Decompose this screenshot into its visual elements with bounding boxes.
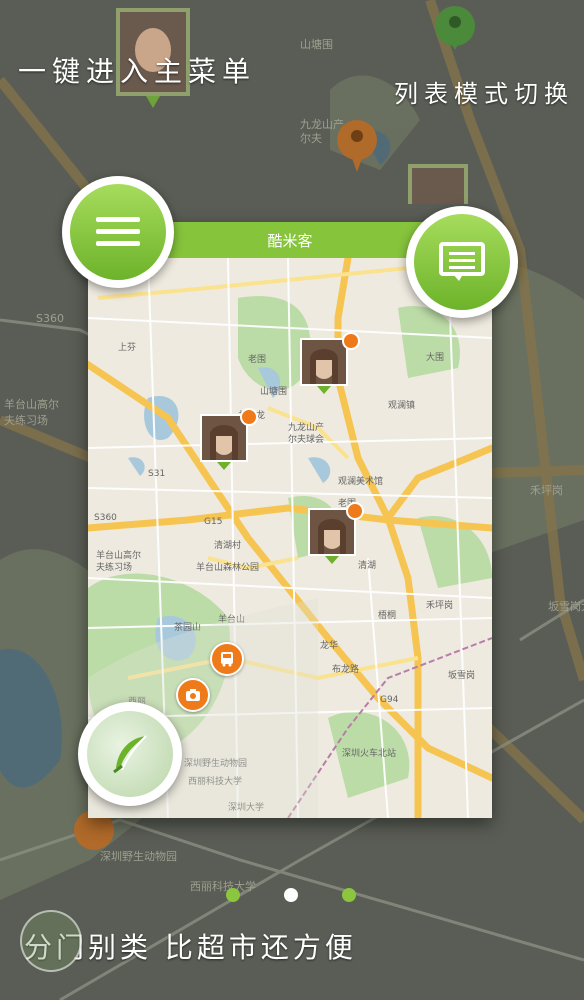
svg-text:清湖村: 清湖村 — [214, 539, 241, 551]
svg-text:尔夫: 尔夫 — [300, 132, 322, 145]
category-button[interactable] — [78, 702, 182, 806]
svg-text:坂雪岗: 坂雪岗 — [448, 670, 475, 681]
svg-text:梧桐: 梧桐 — [378, 609, 396, 621]
svg-text:G15: G15 — [204, 517, 222, 527]
page-dot-active[interactable] — [284, 888, 298, 902]
page-dot[interactable] — [342, 888, 356, 902]
svg-text:布龙路: 布龙路 — [332, 663, 359, 675]
hamburger-menu-icon — [96, 217, 140, 246]
bus-button[interactable] — [210, 642, 244, 676]
camera-button[interactable] — [176, 678, 210, 712]
svg-text:九龙山产: 九龙山产 — [288, 421, 324, 433]
svg-text:禾坪岗: 禾坪岗 — [530, 484, 563, 497]
svg-text:龙华: 龙华 — [320, 639, 338, 651]
svg-text:羊台山森林公园: 羊台山森林公园 — [196, 561, 259, 573]
svg-text:尔夫球会: 尔夫球会 — [288, 433, 324, 445]
camera-icon — [186, 689, 200, 701]
user-pin[interactable] — [300, 338, 348, 394]
status-badge — [342, 332, 360, 350]
app-title: 酷米客 — [267, 231, 313, 250]
menu-caption: 一键进入主菜单 — [18, 55, 257, 88]
status-badge — [240, 408, 258, 426]
svg-text:S360: S360 — [36, 312, 64, 325]
svg-text:深圳野生动物园: 深圳野生动物园 — [100, 849, 177, 863]
list-mode-button[interactable] — [406, 206, 518, 318]
svg-text:羊台山高尔: 羊台山高尔 — [4, 397, 59, 411]
main-menu-button[interactable] — [62, 176, 174, 288]
bus-icon — [221, 652, 233, 667]
svg-text:九龙山产: 九龙山产 — [300, 117, 344, 131]
svg-text:山塘围: 山塘围 — [260, 385, 287, 397]
page-indicator — [226, 888, 356, 902]
status-badge — [346, 502, 364, 520]
svg-text:山塘围: 山塘围 — [300, 37, 333, 51]
svg-text:大围: 大围 — [426, 351, 444, 363]
screen: 山塘围 九龙山产 尔夫 羊台山高尔 夫练习场 S360 深圳野生动物园 西丽科技… — [0, 0, 584, 1000]
svg-text:G94: G94 — [380, 695, 399, 705]
svg-text:S360: S360 — [94, 513, 117, 523]
svg-text:夫练习场: 夫练习场 — [4, 413, 48, 427]
svg-text:坂雪岗大道: 坂雪岗大道 — [548, 599, 584, 613]
svg-text:羊台山高尔: 羊台山高尔 — [96, 549, 141, 561]
corner-decoration — [20, 910, 82, 972]
page-dot[interactable] — [226, 888, 240, 902]
list-mode-icon — [439, 242, 485, 281]
svg-text:S31: S31 — [148, 469, 165, 479]
svg-text:上芬: 上芬 — [118, 342, 136, 353]
svg-text:观澜镇: 观澜镇 — [388, 399, 415, 411]
svg-text:禾坪岗: 禾坪岗 — [426, 600, 453, 611]
svg-text:观澜美术馆: 观澜美术馆 — [338, 475, 383, 487]
svg-text:清湖: 清湖 — [358, 559, 376, 571]
feather-quill-icon — [113, 735, 147, 774]
svg-text:老围: 老围 — [248, 353, 266, 365]
svg-text:深圳火车北站: 深圳火车北站 — [342, 747, 396, 759]
list-switch-caption: 列表模式切换 — [394, 80, 574, 108]
svg-text:夫练习场: 夫练习场 — [96, 561, 132, 573]
